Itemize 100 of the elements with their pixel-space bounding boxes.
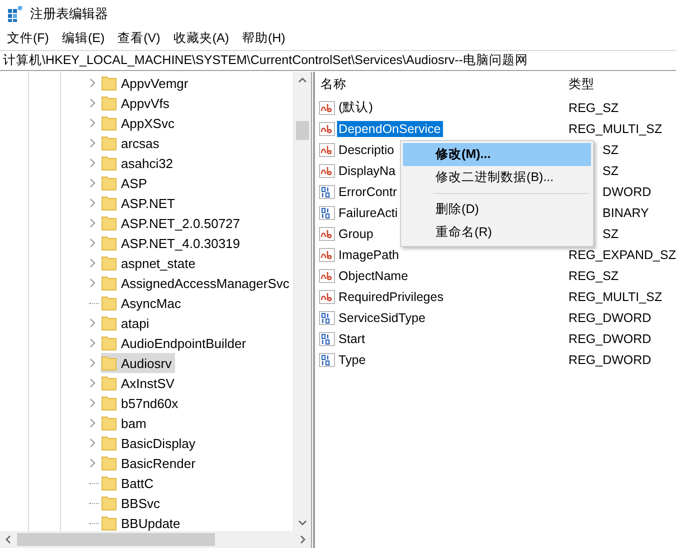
expand-chevron-icon[interactable] <box>89 198 96 208</box>
scroll-left-icon[interactable] <box>5 535 11 544</box>
binary-value-icon <box>318 184 335 198</box>
folder-icon <box>101 275 117 291</box>
folder-icon <box>101 435 117 451</box>
value-type: REG_DWORD <box>568 352 652 366</box>
tree-item[interactable]: aspnet_state <box>101 253 198 273</box>
tree-item[interactable]: ASP.NET <box>101 193 178 213</box>
vertical-scrollbar[interactable] <box>292 72 311 531</box>
value-type: REG_MULTI_SZ <box>568 122 662 136</box>
folder-icon <box>101 115 117 131</box>
expand-chevron-icon[interactable] <box>89 178 96 188</box>
tree-item[interactable]: BBUpdate <box>101 513 184 531</box>
address-bar[interactable]: 计算机\HKEY_LOCAL_MACHINE\SYSTEM\CurrentControlSet\Services\Audiosrv--电脑问题网 <box>0 50 676 71</box>
menu-item[interactable]: 查看(V) <box>112 28 166 49</box>
value-name[interactable]: ObjectName <box>336 268 410 284</box>
expand-chevron-icon[interactable] <box>89 458 96 468</box>
horizontal-scrollbar[interactable] <box>0 531 311 548</box>
expand-chevron-icon[interactable] <box>89 278 96 288</box>
folder-icon <box>101 155 117 171</box>
folder-icon <box>101 195 117 211</box>
tree-item[interactable]: ASP.NET_2.0.50727 <box>101 213 244 233</box>
tree-item[interactable]: asahci32 <box>101 153 176 173</box>
binary-value-icon <box>318 310 335 324</box>
value-name[interactable]: RequiredPrivileges <box>336 288 446 304</box>
tree-item[interactable]: AxInstSV <box>101 373 178 393</box>
folder-icon <box>101 415 117 431</box>
scrollbar-thumb[interactable] <box>17 533 215 546</box>
tree-item[interactable]: BasicDisplay <box>101 433 198 453</box>
string-value-icon <box>318 122 335 136</box>
column-header[interactable]: 名称 <box>318 76 347 92</box>
string-value-icon <box>318 248 335 262</box>
value-name[interactable]: DependOnService <box>336 120 443 136</box>
folder-icon <box>101 315 117 331</box>
tree-item[interactable]: ASP <box>101 173 150 193</box>
tree-item[interactable]: BasicRender <box>101 453 198 473</box>
tree-item[interactable]: AppvVfs <box>101 93 172 113</box>
tree-item[interactable]: AudioEndpointBuilder <box>101 333 250 353</box>
folder-icon <box>101 355 117 371</box>
value-name[interactable]: ImagePath <box>336 246 402 262</box>
expand-chevron-icon[interactable] <box>89 318 96 328</box>
value-type: SZ <box>602 142 619 156</box>
tree-item[interactable]: atapi <box>101 313 152 333</box>
expand-chevron-icon[interactable] <box>89 98 96 108</box>
menu-item[interactable]: 编辑(E) <box>56 28 110 49</box>
expand-chevron-icon[interactable] <box>89 338 96 348</box>
scroll-right-icon[interactable] <box>300 535 306 544</box>
value-name[interactable]: (默认) <box>336 98 375 117</box>
tree-item[interactable]: BBSvc <box>101 493 164 513</box>
menu-item[interactable]: 帮助(H) <box>236 28 290 49</box>
folder-icon <box>101 75 117 91</box>
menu-item[interactable]: 收藏夹(A) <box>168 28 234 49</box>
menu-item[interactable]: 文件(F) <box>2 28 54 49</box>
expand-chevron-icon[interactable] <box>89 258 96 268</box>
expand-chevron-icon[interactable] <box>89 138 96 148</box>
expand-chevron-icon[interactable] <box>89 78 96 88</box>
value-name[interactable]: Start <box>336 330 367 346</box>
string-value-icon <box>318 268 335 282</box>
context-menu-item[interactable]: 重命名(R) <box>402 221 591 244</box>
value-name[interactable]: Descriptio <box>336 142 396 158</box>
value-name[interactable]: ErrorContr <box>336 184 399 200</box>
value-type: REG_SZ <box>568 100 619 114</box>
folder-icon <box>101 235 117 251</box>
value-name[interactable]: ServiceSidType <box>336 310 428 326</box>
context-menu-item[interactable]: 修改二进制数据(B)... <box>402 166 591 189</box>
binary-value-icon <box>318 206 335 220</box>
tree-item[interactable]: arcsas <box>101 133 162 153</box>
context-menu-item[interactable]: 修改(M)... <box>402 143 591 166</box>
tree-item[interactable]: AppXSvc <box>101 113 178 133</box>
binary-value-icon <box>318 332 335 346</box>
tree-item[interactable]: b57nd60x <box>101 393 182 413</box>
expand-chevron-icon[interactable] <box>89 158 96 168</box>
scroll-down-icon[interactable] <box>298 520 307 526</box>
value-name[interactable]: Type <box>336 352 368 368</box>
tree-item[interactable]: AppvVemgr <box>101 73 192 93</box>
tree-item[interactable]: Audiosrv <box>101 353 175 373</box>
value-name[interactable]: FailureActi <box>336 204 400 220</box>
expand-chevron-icon[interactable] <box>89 358 96 368</box>
scroll-up-icon[interactable] <box>298 77 307 83</box>
value-name[interactable]: DisplayNa <box>336 162 398 178</box>
expand-chevron-icon[interactable] <box>89 118 96 128</box>
value-name[interactable]: Group <box>336 226 376 242</box>
folder-icon <box>101 95 117 111</box>
expand-chevron-icon[interactable] <box>89 378 96 388</box>
tree-item[interactable]: AsyncMac <box>101 293 184 313</box>
expand-chevron-icon[interactable] <box>89 438 96 448</box>
tree-item[interactable]: ASP.NET_4.0.30319 <box>101 233 244 253</box>
folder-icon <box>101 475 117 491</box>
value-type: REG_MULTI_SZ <box>568 290 662 304</box>
tree-item[interactable]: BattC <box>101 473 157 493</box>
expand-chevron-icon[interactable] <box>89 218 96 228</box>
column-header[interactable]: 类型 <box>566 76 595 92</box>
tree-item[interactable]: bam <box>101 413 150 433</box>
context-menu-item[interactable]: 删除(D) <box>402 198 591 221</box>
expand-chevron-icon[interactable] <box>89 418 96 428</box>
expand-chevron-icon[interactable] <box>89 238 96 248</box>
tree-item[interactable]: AssignedAccessManagerSvc <box>101 273 292 293</box>
folder-icon <box>101 175 117 191</box>
expand-chevron-icon[interactable] <box>89 398 96 408</box>
scrollbar-thumb[interactable] <box>296 121 309 140</box>
